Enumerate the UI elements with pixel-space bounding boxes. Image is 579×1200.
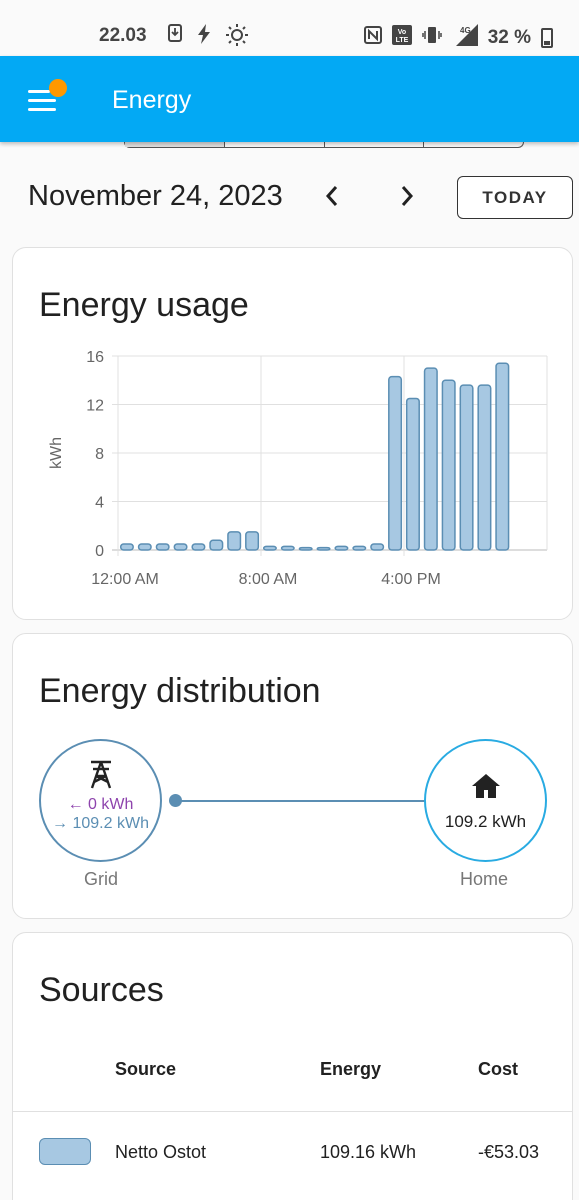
- brightness-icon: [226, 24, 248, 51]
- energy-usage-chart: 0 4 8 12 16 12:00 AM 8:00 AM 4:00 PM kWh: [48, 349, 548, 588]
- y-tick-label: 12: [86, 398, 104, 415]
- battery-icon: [541, 27, 553, 48]
- battery-percent: 32 %: [487, 26, 531, 48]
- energy-usage-card: Energy usage 0 4 8 12 16 12:00 AM 8:00 AM 4:00 …: [12, 247, 573, 620]
- flash-icon: [196, 24, 212, 51]
- svg-text:4G: 4G: [460, 26, 471, 35]
- chart-bar: [262, 545, 277, 551]
- chart-bar: [173, 543, 188, 551]
- source-color-swatch: [39, 1138, 91, 1165]
- app-title: Energy: [112, 86, 192, 114]
- chart-bar: [405, 397, 420, 551]
- home-icon: [471, 773, 501, 804]
- y-tick-label: 8: [95, 446, 104, 463]
- y-axis-label: kWh: [48, 437, 65, 469]
- status-time: 22.03: [99, 25, 147, 46]
- sources-card: Sources Source Energy Cost Netto Ostot 1…: [12, 932, 573, 1200]
- status-icons-left: [168, 24, 248, 51]
- chart-bar: [441, 379, 456, 551]
- source-cost: -€53.03: [478, 1142, 540, 1162]
- grid-to-home-flow-line: [175, 800, 425, 802]
- vibrate-icon: [421, 25, 442, 50]
- next-day-button[interactable]: [397, 183, 417, 216]
- chart-bar: [119, 543, 134, 551]
- y-tick-label: 16: [86, 349, 104, 366]
- chevron-right-icon: [401, 186, 414, 206]
- app-bar: Energy: [0, 56, 579, 142]
- chart-bar: [209, 539, 224, 551]
- notification-dot: [49, 79, 67, 97]
- chart-bar: [423, 367, 438, 551]
- grid-consumed-value: → 109.2 kWh: [52, 815, 149, 832]
- home-node[interactable]: 109.2 kWh: [424, 739, 547, 862]
- status-bar: 22.03 Vo LTE 4G 32 %: [0, 0, 579, 56]
- energy-distribution-title: Energy distribution: [39, 672, 321, 710]
- home-value: 109.2 kWh: [444, 812, 527, 831]
- previous-day-button[interactable]: [322, 183, 342, 216]
- chart-bar: [227, 531, 242, 551]
- chart-bar: [280, 545, 295, 551]
- transmission-tower-icon: [88, 759, 114, 794]
- nfc-icon: [363, 26, 382, 49]
- y-tick-label: 4: [95, 495, 104, 512]
- y-tick-label: 0: [95, 543, 104, 560]
- chart-bar: [495, 362, 510, 551]
- chart-bar: [155, 543, 170, 551]
- grid-node[interactable]: ← 0 kWh → 109.2 kWh: [39, 739, 162, 862]
- x-tick-label: 4:00 PM: [381, 571, 441, 588]
- chart-bar: [477, 384, 492, 551]
- chart-bar: [352, 545, 367, 551]
- sources-title: Sources: [39, 971, 164, 1009]
- today-button[interactable]: TODAY: [457, 176, 573, 219]
- cost-column-header[interactable]: Cost: [478, 1059, 518, 1080]
- chevron-left-icon: [325, 186, 338, 206]
- signal-4g-icon: 4G: [452, 24, 478, 51]
- x-tick-label: 12:00 AM: [91, 571, 159, 588]
- chart-bar: [298, 546, 313, 551]
- svg-text:LTE: LTE: [395, 37, 408, 44]
- svg-text:Vo: Vo: [397, 29, 405, 36]
- chart-bar: [459, 384, 474, 551]
- chart-bar: [316, 546, 331, 551]
- chart-bar: [137, 543, 152, 551]
- flow-dot: [169, 794, 182, 807]
- grid-returned-value: ← 0 kWh: [67, 796, 134, 813]
- grid-label: Grid: [84, 869, 119, 889]
- energy-column-header[interactable]: Energy: [320, 1059, 381, 1080]
- status-icons-right: Vo LTE 4G 32 %: [363, 24, 553, 51]
- current-date: November 24, 2023: [28, 180, 283, 212]
- x-tick-label: 8:00 AM: [239, 571, 298, 588]
- volte-icon: Vo LTE: [391, 25, 412, 50]
- table-divider: [13, 1111, 572, 1112]
- menu-button[interactable]: [28, 79, 67, 116]
- chart-bar: [370, 543, 385, 551]
- source-column-header[interactable]: Source: [115, 1059, 176, 1080]
- energy-distribution-card: Energy distribution ← 0 kWh → 109.2 kWh …: [12, 633, 573, 919]
- download-icon: [168, 24, 182, 51]
- chart-bar: [334, 545, 349, 551]
- source-energy: 109.16 kWh: [320, 1142, 417, 1162]
- source-name: Netto Ostot: [115, 1142, 207, 1162]
- chart-bar: [191, 543, 206, 551]
- chart-bar: [245, 531, 260, 551]
- chart-bar: [388, 375, 403, 551]
- home-label: Home: [460, 869, 509, 889]
